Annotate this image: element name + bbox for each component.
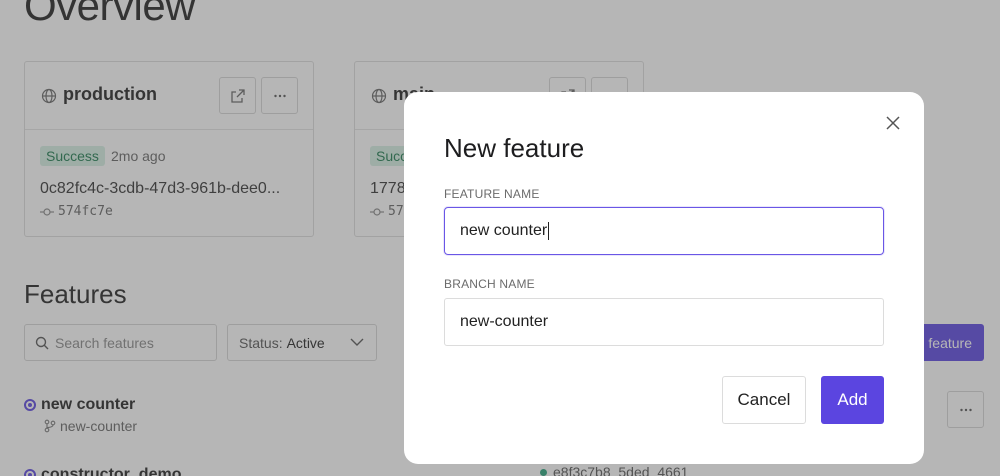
feature-name-label: FEATURE NAME <box>444 187 540 201</box>
text-caret <box>548 222 550 240</box>
dialog-title: New feature <box>444 133 585 163</box>
cancel-button[interactable]: Cancel <box>722 376 806 424</box>
feature-name-input[interactable]: new counter <box>444 207 884 255</box>
close-icon[interactable] <box>885 115 901 131</box>
branch-name-input[interactable]: new-counter <box>444 298 884 346</box>
branch-name-value: new-counter <box>460 313 549 330</box>
new-feature-dialog: New feature FEATURE NAME new counter BRA… <box>404 92 924 464</box>
feature-name-value: new counter <box>460 222 548 239</box>
branch-name-label: BRANCH NAME <box>444 277 535 291</box>
add-button[interactable]: Add <box>821 376 884 424</box>
